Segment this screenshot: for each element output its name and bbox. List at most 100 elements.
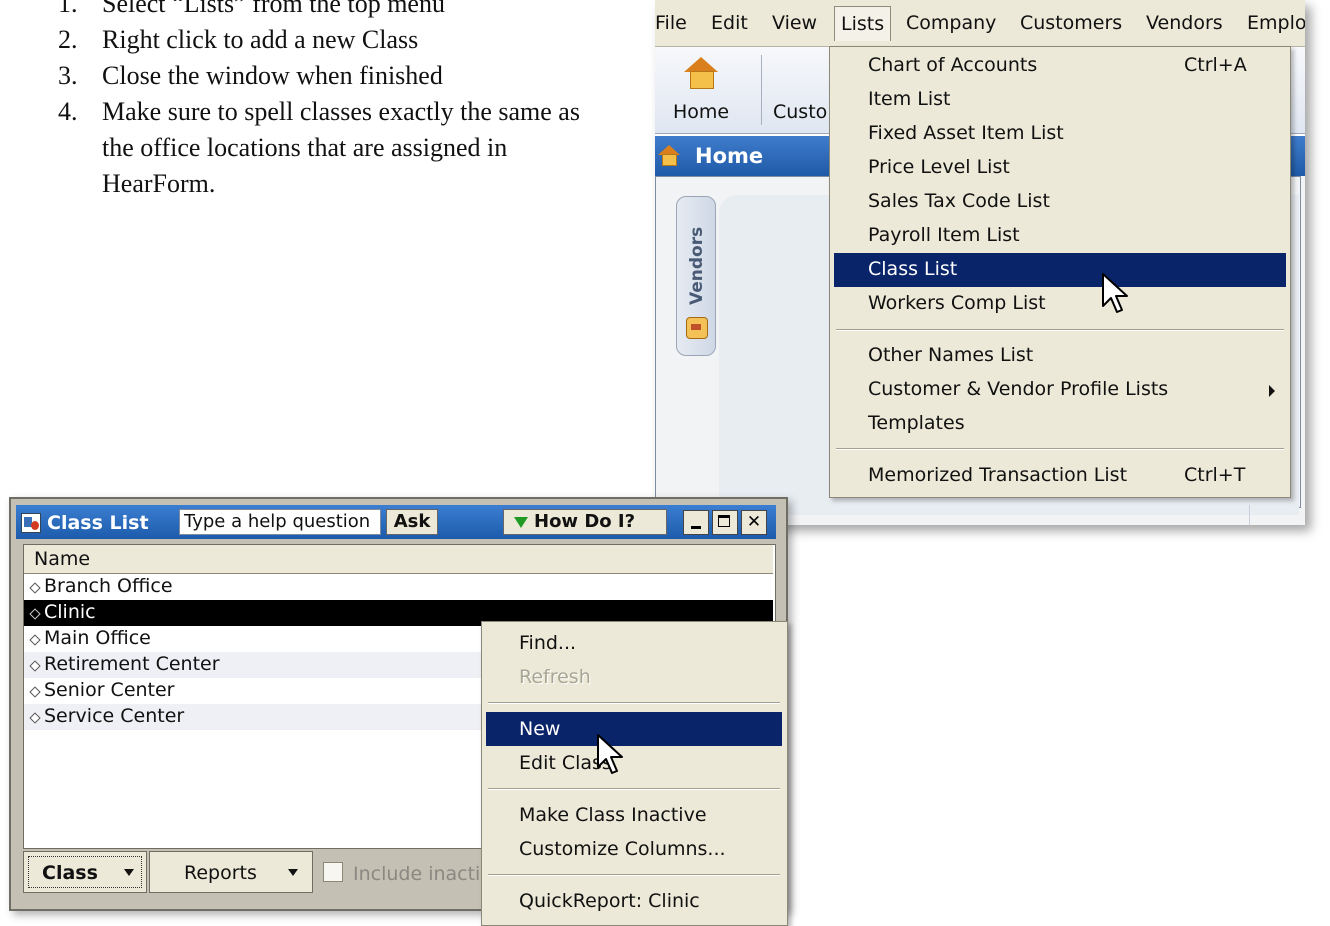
menu-item-templates[interactable]: Templates xyxy=(834,407,1286,441)
class-button-label: Class xyxy=(42,862,98,884)
diamond-icon xyxy=(29,582,41,594)
dropdown-arrow-icon xyxy=(288,869,298,876)
step-text: Right click to add a new Class xyxy=(102,25,419,54)
reports-button-label: Reports xyxy=(184,862,257,884)
diamond-icon xyxy=(29,608,41,620)
menu-item-workers-comp-list[interactable]: Workers Comp List xyxy=(834,287,1286,321)
submenu-arrow-icon xyxy=(1269,385,1275,397)
menu-item-label: Memorized Transaction List xyxy=(868,464,1128,486)
ask-button[interactable]: Ask xyxy=(386,509,438,535)
customers-toolbar-button[interactable]: Custo xyxy=(773,101,827,123)
menu-item-memorized-transaction-list[interactable]: Memorized Transaction List Ctrl+T xyxy=(834,459,1286,493)
class-context-menu: Find... Refresh New Edit Class Make Clas… xyxy=(481,621,788,926)
step-text: Make sure to spell classes exactly the s… xyxy=(102,97,580,198)
menu-item-price-level-list[interactable]: Price Level List xyxy=(834,151,1286,185)
diamond-icon xyxy=(29,660,41,672)
menu-view[interactable]: View xyxy=(772,12,817,34)
menu-item-label: Item List xyxy=(868,88,951,110)
instruction-step: 2. Right click to add a new Class xyxy=(58,22,618,58)
include-inactive-checkbox[interactable] xyxy=(323,862,343,882)
step-text: Close the window when finished xyxy=(102,61,443,90)
mouse-pointer-icon xyxy=(597,734,623,774)
context-item-label: Find... xyxy=(519,632,577,654)
menu-item-fixed-asset-item-list[interactable]: Fixed Asset Item List xyxy=(834,117,1286,151)
diamond-icon xyxy=(29,634,41,646)
menu-item-label: Fixed Asset Item List xyxy=(868,122,1064,144)
context-item-label: New xyxy=(519,718,561,740)
home-toolbar-button[interactable]: Home xyxy=(665,53,737,127)
menu-item-sales-tax-code-list[interactable]: Sales Tax Code List xyxy=(834,185,1286,219)
panel-divider xyxy=(1249,505,1250,525)
house-icon xyxy=(658,145,680,166)
menu-separator xyxy=(488,702,780,704)
menu-employees[interactable]: Emplo xyxy=(1247,12,1305,34)
menu-item-shortcut: Ctrl+T xyxy=(1184,464,1246,486)
help-question-input[interactable]: Type a help question xyxy=(179,509,381,535)
diamond-icon xyxy=(29,686,41,698)
step-number: 1. xyxy=(58,0,78,18)
list-item-label: Clinic xyxy=(44,601,96,623)
column-header-label: Name xyxy=(34,548,91,570)
menu-item-label: Class List xyxy=(868,258,958,280)
menu-file[interactable]: File xyxy=(655,12,687,34)
instruction-step: 1. Select “Lists” from the top menu xyxy=(58,0,618,22)
close-button[interactable]: ✕ xyxy=(741,510,767,535)
context-item-make-class-inactive[interactable]: Make Class Inactive xyxy=(486,798,782,832)
reports-menu-button[interactable]: Reports xyxy=(149,851,313,893)
menu-separator xyxy=(836,448,1284,450)
context-item-new[interactable]: New xyxy=(486,712,782,746)
diamond-icon xyxy=(29,712,41,724)
context-item-edit-class[interactable]: Edit Class xyxy=(486,746,782,780)
dropdown-arrow-icon xyxy=(124,869,134,876)
menu-company[interactable]: Company xyxy=(906,12,996,34)
menu-item-label: Workers Comp List xyxy=(868,292,1046,314)
lists-dropdown-menu: Chart of Accounts Ctrl+A Item List Fixed … xyxy=(829,46,1291,498)
vendors-tab-label: Vendors xyxy=(687,226,707,305)
maximize-button[interactable] xyxy=(712,510,738,535)
home-window-title: Home xyxy=(695,144,764,168)
menu-item-chart-of-accounts[interactable]: Chart of Accounts Ctrl+A xyxy=(834,49,1286,83)
context-item-quickreport[interactable]: QuickReport: Clinic xyxy=(486,884,782,918)
menu-item-customer-vendor-profile-lists[interactable]: Customer & Vendor Profile Lists xyxy=(834,373,1286,407)
menu-item-label: Customer & Vendor Profile Lists xyxy=(868,378,1169,400)
menu-customers[interactable]: Customers xyxy=(1020,12,1122,34)
class-list-title: Class List xyxy=(47,512,149,534)
how-do-i-button[interactable]: How Do I? xyxy=(503,509,667,535)
menu-item-label: Other Names List xyxy=(868,344,1034,366)
menu-item-other-names-list[interactable]: Other Names List xyxy=(834,339,1286,373)
instruction-step: 4. Make sure to spell classes exactly the… xyxy=(58,94,618,202)
step-number: 3. xyxy=(58,61,78,90)
menu-item-payroll-item-list[interactable]: Payroll Item List xyxy=(834,219,1286,253)
instruction-step: 3. Close the window when finished xyxy=(58,58,618,94)
menu-item-label: Sales Tax Code List xyxy=(868,190,1050,212)
menu-bar: File Edit View Lists Company Customers V… xyxy=(655,0,1305,47)
step-text: Select “Lists” from the top menu xyxy=(102,0,445,18)
context-item-find[interactable]: Find... xyxy=(486,626,782,660)
class-list-titlebar: Class List Type a help question Ask How … xyxy=(16,505,776,539)
class-list-icon xyxy=(21,513,41,533)
mouse-pointer-icon xyxy=(1102,273,1128,313)
list-item-label: Retirement Center xyxy=(44,653,220,675)
menu-vendors[interactable]: Vendors xyxy=(1146,12,1223,34)
menu-lists[interactable]: Lists xyxy=(834,6,892,41)
menu-item-label: Price Level List xyxy=(868,156,1010,178)
context-item-label: Refresh xyxy=(519,666,591,688)
dropdown-triangle-icon xyxy=(514,517,528,528)
menu-separator xyxy=(488,788,780,790)
list-item-label: Senior Center xyxy=(44,679,175,701)
menu-item-label: Chart of Accounts xyxy=(868,54,1038,76)
menu-separator xyxy=(488,874,780,876)
context-item-label: Customize Columns... xyxy=(519,838,726,860)
context-item-customize-columns[interactable]: Customize Columns... xyxy=(486,832,782,866)
instructions-list: 1. Select “Lists” from the top menu 2. Rig… xyxy=(58,0,618,202)
menu-edit[interactable]: Edit xyxy=(711,12,748,34)
menu-item-class-list[interactable]: Class List xyxy=(834,253,1286,287)
menu-item-item-list[interactable]: Item List xyxy=(834,83,1286,117)
list-item[interactable]: Branch Office xyxy=(24,574,773,600)
list-item-label: Main Office xyxy=(44,627,151,649)
vendors-tab[interactable]: Vendors xyxy=(676,196,716,356)
minimize-button[interactable] xyxy=(683,510,709,535)
class-menu-button[interactable]: Class xyxy=(23,851,147,893)
context-item-refresh[interactable]: Refresh xyxy=(486,660,782,694)
column-header-name[interactable]: Name xyxy=(24,545,773,574)
